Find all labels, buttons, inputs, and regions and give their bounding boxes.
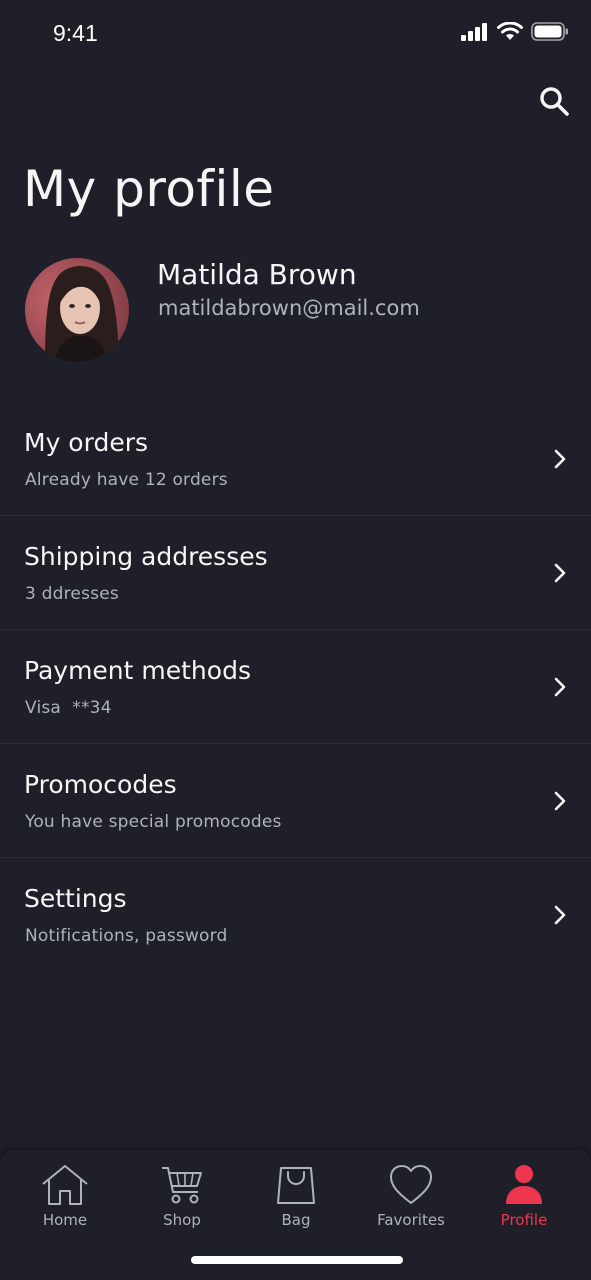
status-icons <box>461 22 569 41</box>
profile-icon <box>506 1165 542 1204</box>
tab-bag[interactable]: Bag <box>241 1164 351 1234</box>
user-email: matildabrown@mail.com <box>158 296 420 320</box>
chevron-right-icon <box>554 449 566 469</box>
menu-item-my-orders[interactable]: My orders Already have 12 orders <box>0 402 591 516</box>
menu-item-subtitle: You have special promocodes <box>25 812 282 832</box>
menu-item-title: Settings <box>24 884 127 913</box>
menu-item-payment-methods[interactable]: Payment methods Visa **34 <box>0 630 591 744</box>
menu-item-subtitle: Notifications, password <box>25 926 228 946</box>
wifi-icon <box>497 22 523 40</box>
status-bar: 9:41 <box>0 0 591 70</box>
menu-item-title: Promocodes <box>24 770 177 799</box>
avatar-image <box>25 258 129 362</box>
chevron-right-icon <box>554 677 566 697</box>
chevron-right-icon <box>554 563 566 583</box>
tab-label: Home <box>42 1211 88 1229</box>
tab-favorites[interactable]: Favorites <box>356 1164 466 1234</box>
menu-item-subtitle: Visa **34 <box>25 698 112 718</box>
menu-item-subtitle: 3 ddresses <box>25 584 119 604</box>
user-name: Matilda Brown <box>157 258 357 291</box>
tab-label: Profile <box>500 1211 548 1229</box>
tab-label: Favorites <box>377 1211 445 1229</box>
chevron-right-icon <box>554 905 566 925</box>
menu-item-title: Payment methods <box>24 656 251 685</box>
tab-label: Bag <box>281 1211 311 1229</box>
menu-item-title: My orders <box>24 428 148 457</box>
tab-shop[interactable]: Shop <box>127 1164 237 1234</box>
bag-icon <box>277 1167 315 1204</box>
avatar[interactable] <box>25 258 129 362</box>
signal-icon <box>461 22 487 41</box>
menu-item-promocodes[interactable]: Promocodes You have special promocodes <box>0 744 591 858</box>
home-indicator <box>191 1256 403 1264</box>
page-title: My profile <box>23 160 275 218</box>
chevron-right-icon <box>554 791 566 811</box>
heart-icon <box>390 1165 432 1204</box>
profile-menu: My orders Already have 12 orders Shippin… <box>0 402 591 972</box>
menu-item-settings[interactable]: Settings Notifications, password <box>0 858 591 972</box>
home-icon <box>42 1165 88 1205</box>
search-button[interactable] <box>538 85 572 119</box>
menu-item-shipping-addresses[interactable]: Shipping addresses 3 ddresses <box>0 516 591 630</box>
search-icon <box>540 87 569 116</box>
cart-icon <box>162 1167 202 1204</box>
status-time: 9:41 <box>53 20 98 46</box>
tab-profile[interactable]: Profile <box>469 1164 579 1234</box>
battery-icon <box>531 22 568 41</box>
menu-item-title: Shipping addresses <box>24 542 268 571</box>
tab-label: Shop <box>163 1211 201 1229</box>
menu-item-subtitle: Already have 12 orders <box>25 470 228 490</box>
tab-home[interactable]: Home <box>10 1164 120 1234</box>
